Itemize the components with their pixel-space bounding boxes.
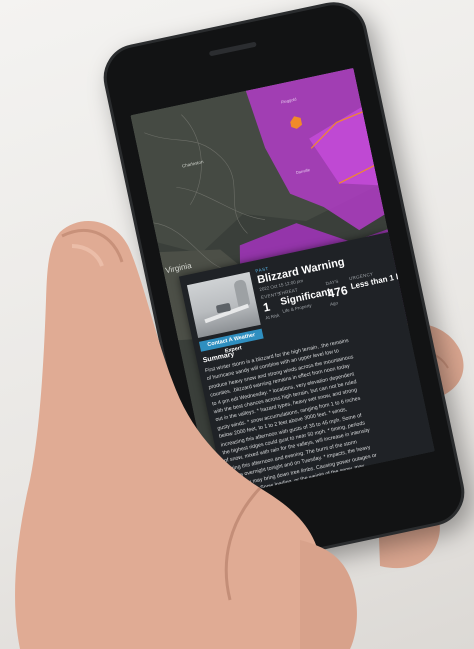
photo-scene: Ringgold Danville Charleston Virginia Co… xyxy=(0,0,474,649)
hand-front xyxy=(15,221,357,649)
